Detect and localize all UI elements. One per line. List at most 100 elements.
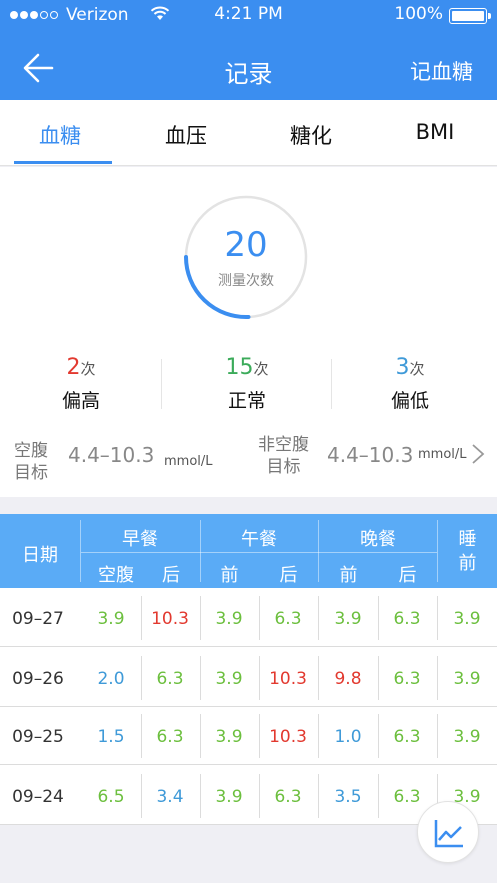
tab-blood-glucose[interactable]: 血糖 xyxy=(5,120,115,150)
lunch-header: 午餐 xyxy=(241,529,277,550)
glucose-value[interactable]: 6.3 xyxy=(258,609,318,629)
glucose-value[interactable]: 6.3 xyxy=(258,787,318,807)
sub-header-after: 后 xyxy=(162,565,180,586)
date-column-header: 日期 xyxy=(22,545,58,566)
status-bar: Verizon 4:21 PM 100% xyxy=(0,0,497,32)
high-unit: 次 xyxy=(80,360,96,378)
tab-bar: 血糖 血压 糖化 BMI xyxy=(0,100,497,166)
divider xyxy=(378,656,379,700)
bedtime-header: 睡 前 xyxy=(458,529,477,574)
tab-bmi[interactable]: BMI xyxy=(380,120,490,144)
divider xyxy=(141,774,142,818)
sub-header-after: 后 xyxy=(398,565,417,586)
stat-high: 2次 偏高 xyxy=(1,355,161,413)
divider xyxy=(200,714,201,758)
fasting-target-label: 空腹 目标 xyxy=(14,441,48,483)
glucose-value[interactable]: 3.9 xyxy=(81,609,141,629)
low-label: 偏低 xyxy=(390,390,429,412)
divider xyxy=(0,646,497,647)
active-tab-indicator xyxy=(14,161,112,164)
target-ranges[interactable]: 空腹 目标 4.4–10.3 mmol/L 非空腹 目标 4.4–10.3 mm… xyxy=(0,429,497,487)
divider xyxy=(318,596,319,640)
glucose-value[interactable]: 3.9 xyxy=(199,727,259,747)
glucose-value[interactable]: 6.3 xyxy=(377,727,437,747)
chevron-right-icon[interactable] xyxy=(471,443,485,465)
row-date: 09–24 xyxy=(12,787,64,807)
glucose-value[interactable]: 10.3 xyxy=(258,669,318,689)
divider xyxy=(200,656,201,700)
glucose-value[interactable]: 2.0 xyxy=(81,669,141,689)
stat-low: 3次 偏低 xyxy=(330,355,490,413)
glucose-value[interactable]: 1.5 xyxy=(81,727,141,747)
divider xyxy=(200,520,201,582)
nonfasting-target-label: 非空腹 目标 xyxy=(258,435,309,477)
low-unit: 次 xyxy=(409,360,425,378)
divider xyxy=(318,520,319,582)
divider xyxy=(141,596,142,640)
table-row[interactable]: 09–27 3.9 10.3 3.9 6.3 3.9 6.3 3.9 xyxy=(0,588,497,647)
row-date: 09–25 xyxy=(12,727,64,747)
glucose-value[interactable]: 3.9 xyxy=(318,609,378,629)
divider xyxy=(378,774,379,818)
divider xyxy=(259,774,260,818)
divider xyxy=(0,764,497,765)
glucose-value[interactable]: 10.3 xyxy=(258,727,318,747)
glucose-value[interactable]: 9.8 xyxy=(318,669,378,689)
row-date: 09–26 xyxy=(12,669,64,689)
divider xyxy=(318,774,319,818)
glucose-value[interactable]: 6.3 xyxy=(140,669,200,689)
glucose-value[interactable]: 6.3 xyxy=(377,609,437,629)
battery-icon xyxy=(449,8,491,24)
glucose-value[interactable]: 10.3 xyxy=(140,609,200,629)
glucose-value[interactable]: 3.5 xyxy=(318,787,378,807)
divider xyxy=(259,656,260,700)
fasting-target-unit: mmol/L xyxy=(164,454,213,469)
glucose-table: 日期 早餐 午餐 晚餐 睡 前 空腹 后 前 后 前 后 09–27 3.9 10.… xyxy=(0,514,497,825)
chart-view-button[interactable] xyxy=(417,801,479,863)
glucose-value[interactable]: 6.3 xyxy=(377,669,437,689)
breakfast-header: 早餐 xyxy=(122,529,158,550)
divider xyxy=(378,714,379,758)
divider xyxy=(437,714,438,758)
table-row[interactable]: 09–26 2.0 6.3 3.9 10.3 9.8 6.3 3.9 xyxy=(0,648,497,707)
dinner-header: 晚餐 xyxy=(360,529,396,550)
sub-header-before: 前 xyxy=(220,565,239,586)
high-count: 2 xyxy=(66,355,81,380)
high-label: 偏高 xyxy=(61,390,100,412)
record-glucose-button[interactable]: 记血糖 xyxy=(410,56,473,86)
glucose-value[interactable]: 3.9 xyxy=(199,609,259,629)
divider xyxy=(200,774,201,818)
glucose-value[interactable]: 1.0 xyxy=(318,727,378,747)
divider xyxy=(437,656,438,700)
sub-header-after: 后 xyxy=(279,565,298,586)
tab-hba1c[interactable]: 糖化 xyxy=(256,120,366,150)
table-header: 日期 早餐 午餐 晚餐 睡 前 空腹 后 前 后 前 后 xyxy=(0,514,497,588)
divider xyxy=(81,552,437,553)
divider xyxy=(80,520,81,582)
normal-unit: 次 xyxy=(253,360,269,378)
glucose-value[interactable]: 3.9 xyxy=(437,727,497,747)
divider xyxy=(437,520,438,582)
nonfasting-target-range: 4.4–10.3 xyxy=(327,443,414,467)
battery-percent: 100% xyxy=(394,4,443,24)
glucose-value[interactable]: 3.4 xyxy=(140,787,200,807)
table-row[interactable]: 09–25 1.5 6.3 3.9 10.3 1.0 6.3 3.9 xyxy=(0,706,497,765)
normal-count: 15 xyxy=(225,355,254,380)
glucose-value[interactable]: 6.5 xyxy=(81,787,141,807)
measurement-count-label: 测量次数 xyxy=(218,273,274,289)
glucose-value[interactable]: 6.3 xyxy=(140,727,200,747)
row-date: 09–27 xyxy=(12,609,64,629)
summary-panel: 20 测量次数 2次 偏高 15次 正常 3次 偏低 空腹 目标 4.4–10.… xyxy=(0,167,497,497)
tab-blood-pressure[interactable]: 血压 xyxy=(131,120,241,150)
glucose-value[interactable]: 3.9 xyxy=(199,787,259,807)
divider xyxy=(437,596,438,640)
glucose-value[interactable]: 3.9 xyxy=(437,669,497,689)
fasting-target-range: 4.4–10.3 xyxy=(68,443,155,467)
divider xyxy=(141,656,142,700)
nonfasting-target-unit: mmol/L xyxy=(418,447,467,462)
stat-normal: 15次 正常 xyxy=(167,355,327,413)
low-count: 3 xyxy=(395,355,410,380)
glucose-value[interactable]: 3.9 xyxy=(437,609,497,629)
glucose-value[interactable]: 3.9 xyxy=(199,669,259,689)
normal-label: 正常 xyxy=(227,390,266,412)
